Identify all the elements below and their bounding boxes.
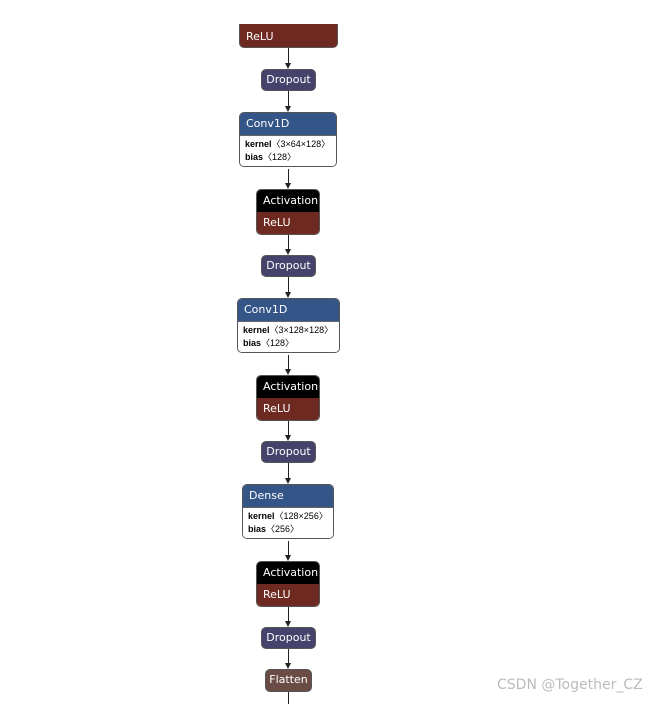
activation-node[interactable]: Activation ReLU [256,189,320,235]
activation-header: Activation [257,376,319,398]
activation-node[interactable]: Activation ReLU [256,561,320,607]
relu-label: ReLU [257,584,319,606]
dropout-label: Dropout [266,259,311,272]
conv1d-node[interactable]: Conv1D kernel〈3×128×128〉 bias〈128〉 [237,298,340,353]
dropout-label: Dropout [266,631,311,644]
activation-header: Activation [257,562,319,584]
conv1d-header: Conv1D [240,113,336,135]
edge [288,692,289,704]
conv1d-header: Conv1D [238,299,339,321]
dense-attributes: kernel〈128×256〉 bias〈256〉 [243,507,333,538]
dropout-node[interactable]: Dropout [261,441,316,463]
conv1d-attributes: kernel〈3×128×128〉 bias〈128〉 [238,321,339,352]
relu-label: ReLU [257,212,319,234]
activation-header: Activation [257,190,319,212]
dropout-node[interactable]: Dropout [261,255,316,277]
activation-node[interactable]: Activation ReLU [256,375,320,421]
relu-label: ReLU [246,30,274,43]
bias-shape: 〈128〉 [261,338,295,348]
bias-label: bias [248,524,267,534]
relu-node[interactable]: ReLU [239,24,338,48]
dropout-node[interactable]: Dropout [261,627,316,649]
relu-label: ReLU [257,398,319,420]
conv1d-node[interactable]: Conv1D kernel〈3×64×128〉 bias〈128〉 [239,112,337,167]
bias-shape: 〈128〉 [263,152,297,162]
conv1d-attributes: kernel〈3×64×128〉 bias〈128〉 [240,135,336,166]
dropout-node[interactable]: Dropout [261,69,316,91]
bias-label: bias [245,152,264,162]
dense-header: Dense [243,485,333,507]
kernel-shape: 〈3×64×128〉 [271,139,331,149]
kernel-shape: 〈128×256〉 [274,511,328,521]
kernel-label: kernel [243,325,270,335]
dropout-label: Dropout [266,73,311,86]
kernel-label: kernel [248,511,275,521]
kernel-shape: 〈3×128×128〉 [269,325,334,335]
dropout-label: Dropout [266,445,311,458]
dense-node[interactable]: Dense kernel〈128×256〉 bias〈256〉 [242,484,334,539]
bias-label: bias [243,338,262,348]
bias-shape: 〈256〉 [266,524,300,534]
kernel-label: kernel [245,139,272,149]
flatten-node[interactable]: Flatten [265,669,312,692]
flatten-label: Flatten [269,673,308,686]
watermark: CSDN @Together_CZ [497,677,643,693]
